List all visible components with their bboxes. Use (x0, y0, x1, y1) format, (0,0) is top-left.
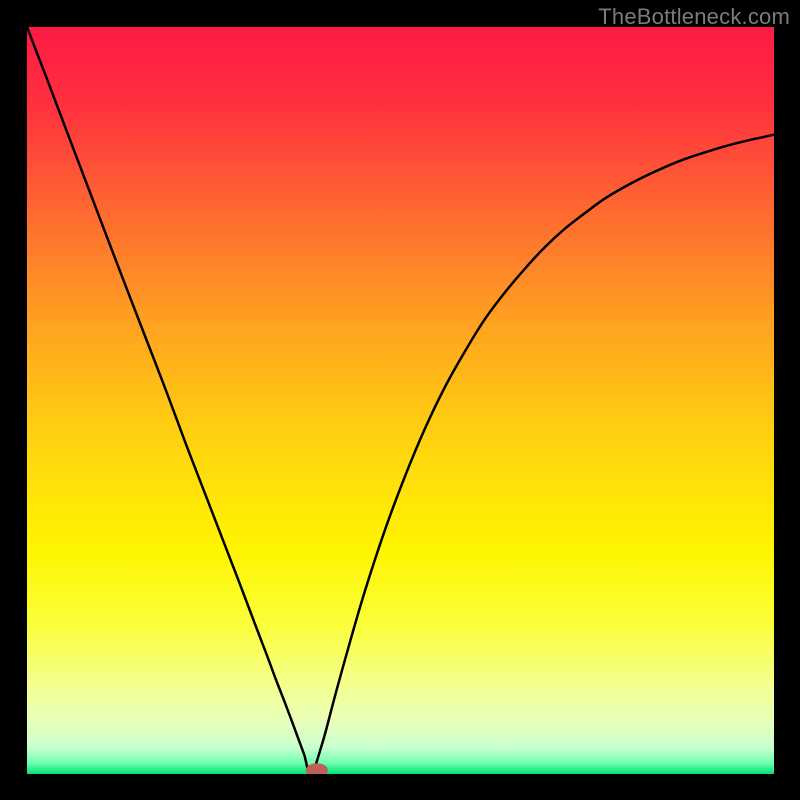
chart-svg (27, 27, 774, 774)
chart-plot-area (27, 27, 774, 774)
gradient-background (27, 27, 774, 774)
watermark-text: TheBottleneck.com (598, 4, 790, 30)
